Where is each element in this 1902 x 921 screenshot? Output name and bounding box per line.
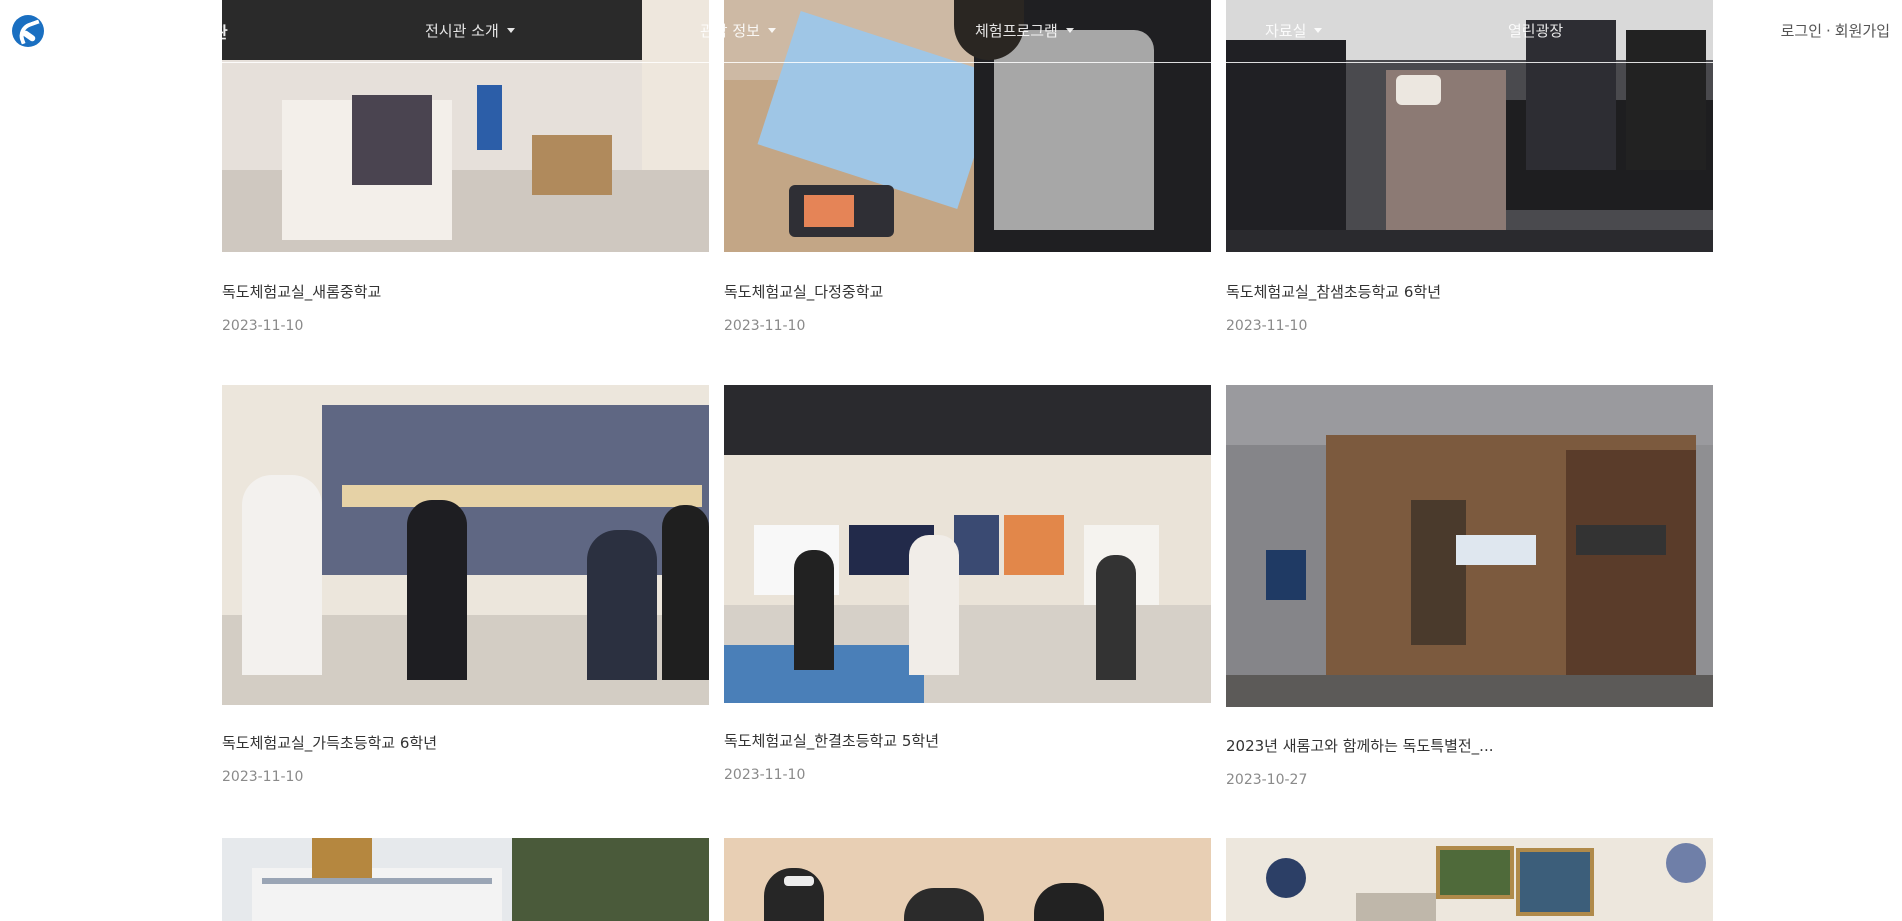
gallery-thumbnail[interactable] (1226, 838, 1713, 921)
nav-item-about[interactable]: 전시관 소개 (425, 20, 515, 41)
caret-down-icon (1314, 28, 1323, 33)
gallery-grid: 독도체험교실_새롬중학교 2023-11-10 독도체험교실_다정중학교 202… (0, 0, 1902, 921)
gallery-thumbnail[interactable] (222, 385, 709, 705)
gallery-date: 2023-11-10 (724, 318, 806, 334)
nav-label: 열린광장 (1508, 22, 1564, 40)
nav-label: 전시관 소개 (425, 22, 499, 40)
main-navigation: 전시관 소개 관람 정보 체험프로그램 자료실 열린광장 (0, 0, 1902, 62)
gallery-date: 2023-11-10 (724, 767, 806, 783)
caret-down-icon (506, 28, 515, 33)
util-separator: · (1826, 22, 1831, 40)
nav-label: 자료실 (1265, 22, 1307, 40)
nav-item-visit-info[interactable]: 관람 정보 (700, 20, 776, 41)
gallery-date: 2023-11-10 (222, 769, 304, 785)
gallery-date: 2023-10-27 (1226, 772, 1308, 788)
nav-item-programs[interactable]: 체험프로그램 (975, 20, 1074, 41)
gallery-title[interactable]: 독도체험교실_새롬중학교 (222, 281, 709, 302)
nav-item-open-square[interactable]: 열린광장 (1508, 20, 1563, 41)
gallery-title[interactable]: 독도체험교실_다정중학교 (724, 281, 1211, 302)
nav-label: 관람 정보 (700, 22, 760, 40)
login-link[interactable]: 로그인 (1781, 22, 1822, 40)
gallery-title[interactable]: 2023년 새롬고와 함께하는 독도특별전_... (1226, 735, 1713, 756)
user-utility-menu: 로그인 · 회원가입 (1781, 20, 1890, 41)
caret-down-icon (1065, 28, 1074, 33)
nav-label: 체험프로그램 (975, 22, 1058, 40)
nav-item-archive[interactable]: 자료실 (1265, 20, 1323, 41)
caret-down-icon (767, 28, 776, 33)
gallery-title[interactable]: 독도체험교실_한결초등학교 5학년 (724, 730, 1211, 751)
gallery-thumbnail[interactable] (724, 385, 1211, 703)
gallery-thumbnail[interactable] (222, 838, 709, 921)
gallery-thumbnail[interactable] (724, 838, 1211, 921)
gallery-thumbnail[interactable] (1226, 385, 1713, 707)
gallery-title[interactable]: 독도체험교실_가득초등학교 6학년 (222, 732, 709, 753)
site-header: 송담한려전시관 전시관 전시관 소개 관람 정보 체험프로그램 자료실 열린광장… (0, 0, 1902, 63)
join-link[interactable]: 회원가입 (1835, 22, 1890, 40)
gallery-date: 2023-11-10 (1226, 318, 1308, 334)
gallery-title[interactable]: 독도체험교실_참샘초등학교 6학년 (1226, 281, 1713, 302)
gallery-date: 2023-11-10 (222, 318, 304, 334)
